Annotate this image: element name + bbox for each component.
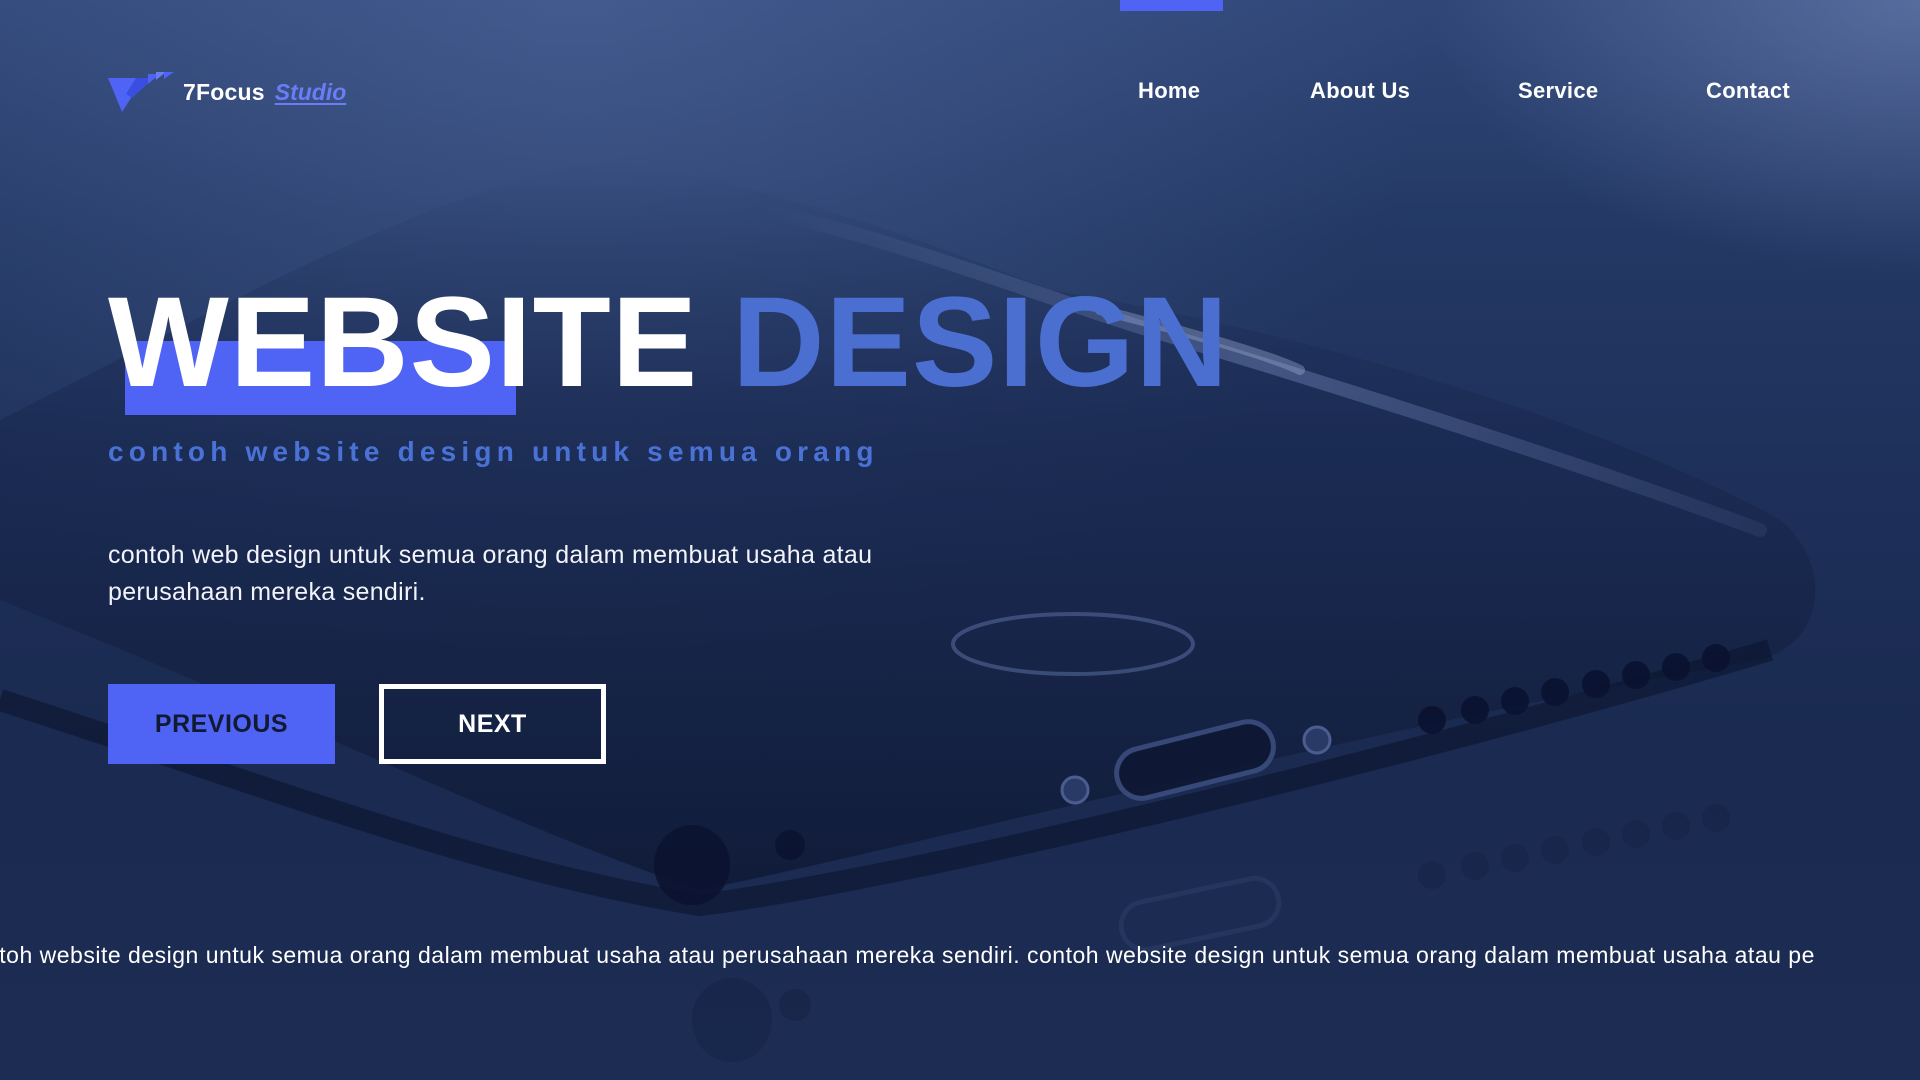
- nav-contact[interactable]: Contact: [1706, 78, 1790, 104]
- hero-description: contoh web design untuk semua orang dala…: [108, 541, 873, 606]
- active-nav-indicator: [1120, 0, 1223, 11]
- main-nav: Home About Us Service Contact: [0, 78, 1920, 108]
- nav-about-us[interactable]: About Us: [1310, 78, 1410, 104]
- hero-title-primary: WEBSITE: [108, 271, 699, 414]
- nav-service[interactable]: Service: [1518, 78, 1598, 104]
- hero-title-secondary: DESIGN: [732, 271, 1229, 414]
- hero-section: 7Focus Studio Home About Us Service Cont…: [0, 0, 1920, 1080]
- next-button[interactable]: NEXT: [379, 684, 606, 764]
- previous-button[interactable]: PREVIOUS: [108, 684, 335, 764]
- hero-subtitle: contoh website design untuk semua orang: [108, 436, 879, 467]
- hero-title: WEBSITE DESIGN: [108, 268, 1229, 418]
- nav-home[interactable]: Home: [1138, 78, 1200, 104]
- hero-title-block: WEBSITE DESIGN: [108, 268, 1228, 418]
- marquee-ticker: ntoh website design untuk semua orang da…: [0, 942, 1815, 968]
